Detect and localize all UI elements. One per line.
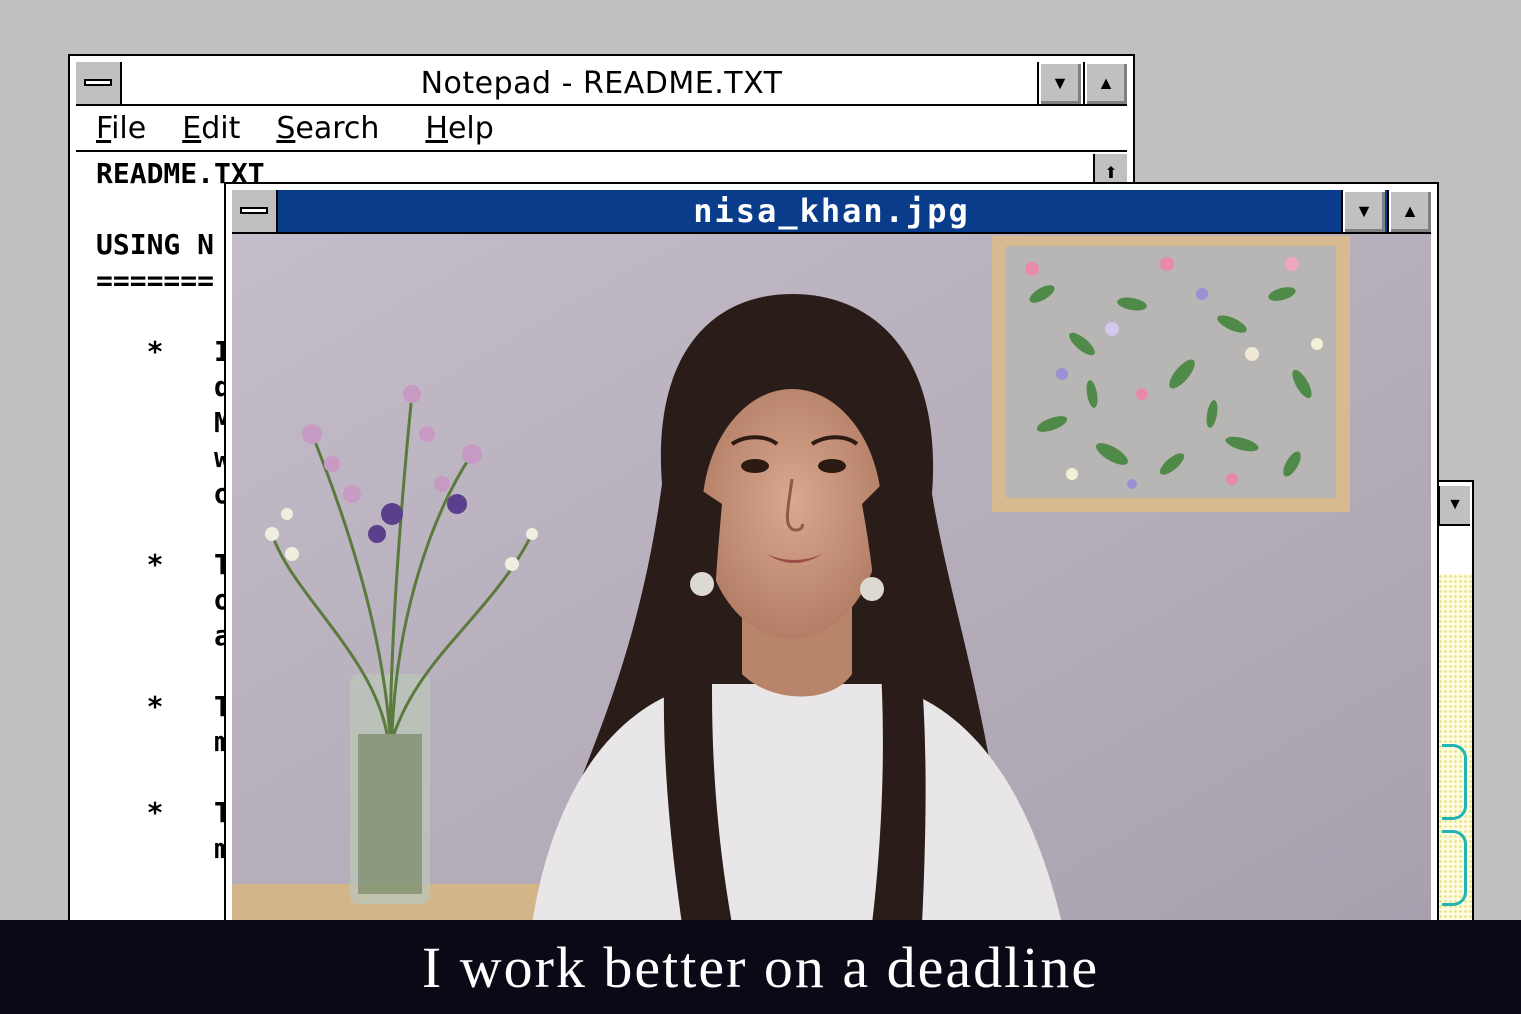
notepad-titlebar[interactable]: Notepad - README.TXT ▼ ▲ bbox=[76, 62, 1127, 106]
framed-flowers bbox=[992, 236, 1350, 512]
caption-bar: I work better on a deadline bbox=[0, 920, 1521, 1014]
menu-file[interactable]: File bbox=[96, 111, 146, 146]
chevron-down-icon: ▼ bbox=[1355, 200, 1373, 221]
minimize-button[interactable]: ▼ bbox=[1341, 190, 1385, 232]
maximize-button[interactable]: ▲ bbox=[1387, 190, 1431, 232]
chevron-down-icon: ▼ bbox=[1051, 72, 1069, 93]
viewer-title: nisa_khan.jpg bbox=[693, 192, 970, 230]
menu-search[interactable]: Search bbox=[276, 111, 379, 146]
chevron-up-icon: ▲ bbox=[1401, 200, 1419, 221]
system-menu-button[interactable] bbox=[232, 190, 278, 232]
chevron-up-icon: ▲ bbox=[1097, 72, 1115, 93]
menu-help[interactable]: Help bbox=[425, 111, 493, 146]
menu-edit[interactable]: Edit bbox=[182, 111, 240, 146]
minimize-button[interactable]: ▼ bbox=[1438, 486, 1470, 526]
minimize-button[interactable]: ▼ bbox=[1037, 62, 1081, 104]
maximize-button[interactable]: ▲ bbox=[1083, 62, 1127, 104]
portrait-photo bbox=[232, 234, 1431, 940]
arrow-up-icon: ⬆ bbox=[1104, 165, 1118, 182]
notepad-title: Notepad - README.TXT bbox=[420, 65, 783, 101]
decorative-shape bbox=[1442, 830, 1467, 906]
menu-bar: File Edit Search Help bbox=[76, 106, 1127, 152]
caption-text: I work better on a deadline bbox=[421, 934, 1100, 1000]
image-viewer-window: nisa_khan.jpg ▼ ▲ bbox=[224, 182, 1439, 942]
system-menu-button[interactable] bbox=[76, 62, 122, 104]
portrait-illustration bbox=[232, 234, 1431, 924]
decorative-shape bbox=[1442, 744, 1467, 820]
viewer-titlebar[interactable]: nisa_khan.jpg ▼ ▲ bbox=[232, 190, 1431, 234]
